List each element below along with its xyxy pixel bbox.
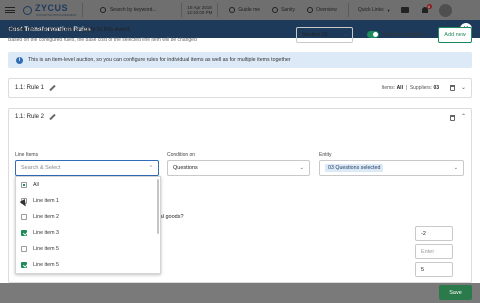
visible-to-suppliers-label: Visible to Suppliers [382, 32, 425, 38]
modal-footer [0, 283, 480, 303]
option-label: Line item 2 [33, 214, 59, 220]
line-items-dropdown: All Line item 1 Line item 2 Line item 3 … [15, 176, 161, 274]
value-input-1[interactable]: -2 [415, 226, 453, 241]
shield-icon [272, 7, 279, 13]
value-input-3[interactable]: 5 [415, 262, 453, 277]
rule-1-meta: Items: All | Suppliers: 03 [381, 85, 439, 91]
divider [180, 3, 182, 17]
guide-me-button[interactable]: Guide me [229, 7, 260, 13]
overview-label: Overview [315, 7, 337, 13]
condition-on-value: Questions [173, 165, 198, 171]
checkbox-icon[interactable] [21, 214, 27, 220]
quick-links-label: Quick Links [357, 7, 384, 13]
section-select-value: Section 01 [302, 32, 328, 38]
trash-icon[interactable] [450, 115, 455, 121]
items-value: All [396, 85, 403, 91]
dropdown-option-line-item-2[interactable]: Line item 2 [16, 209, 158, 225]
checkbox-icon[interactable] [21, 262, 27, 268]
rule-2-header: 1.1: Rule 2 [15, 113, 56, 121]
checkbox-icon[interactable] [21, 182, 27, 188]
divider [217, 3, 219, 17]
save-button[interactable]: Save [439, 285, 472, 300]
items-label: Items: [381, 85, 396, 91]
dropdown-option-line-item-5b[interactable]: Line item 5 [16, 257, 158, 273]
overview-icon [306, 7, 313, 13]
option-label: All [33, 182, 39, 188]
define-rule-title: Define the rule you want to apply to thi… [8, 27, 132, 33]
chevron-up-icon[interactable]: ⌃ [461, 113, 466, 120]
info-text: This is an item-level auction, so you ca… [28, 57, 291, 63]
brand-name: ZYCUS [35, 3, 69, 13]
chevron-down-icon: ▼ [386, 7, 391, 13]
edit-pencil-icon[interactable] [49, 84, 56, 92]
divider [81, 3, 83, 17]
option-label: Line item 5 [33, 262, 59, 268]
line-items-label: Line Items [15, 152, 39, 158]
time: 12:40:00 PM [186, 10, 213, 15]
rule-1-panel[interactable]: 1.1: Rule 1 Items: All | Suppliers: 03 ⌄ [8, 78, 472, 98]
search-placeholder: Search by keyword... [109, 7, 157, 13]
sanity-button[interactable]: Sanity [272, 7, 295, 13]
chevron-down-icon[interactable]: ⌄ [461, 84, 466, 91]
option-label: Line item 1 [33, 198, 59, 204]
notification-bell-icon[interactable]: 6 [421, 4, 432, 14]
chevron-up-icon: ⌃ [148, 165, 153, 171]
chevron-down-icon: ⌄ [453, 165, 458, 171]
line-items-placeholder: Search & Select [21, 165, 61, 171]
section-select[interactable]: Section 01 ⌄ [296, 27, 353, 43]
divider [347, 3, 349, 17]
hamburger-menu-icon[interactable] [5, 7, 15, 13]
chevron-down-icon: ⌄ [299, 165, 304, 171]
define-rule-subtitle: Based on the configured rules, the base … [8, 37, 197, 43]
condition-on-label: Condition on [167, 152, 196, 158]
option-label: Line item 5 [33, 246, 59, 252]
top-app-bar: ZYCUS COGNITIVE PROCUREMENT Search by ke… [0, 0, 480, 20]
suppliers-label: Suppliers: [409, 85, 433, 91]
add-new-button[interactable]: Add new [438, 27, 472, 43]
global-search[interactable]: Search by keyword... [99, 5, 176, 16]
guide-me-label: Guide me [238, 7, 261, 13]
rule-2-title: 1.1: Rule 2 [15, 114, 45, 120]
value-input-2[interactable]: Enter [415, 244, 453, 259]
dropdown-option-line-item-3[interactable]: Line item 3 [16, 225, 158, 241]
chevron-down-icon: ⌄ [343, 32, 348, 38]
checkbox-icon[interactable] [21, 246, 27, 252]
suppliers-value: 03 [433, 85, 439, 91]
condition-on-select[interactable]: Questions ⌄ [167, 160, 310, 176]
date-time: 19 Apr 2019 12:40:00 PM [187, 5, 213, 15]
dropdown-option-line-item-1[interactable]: Line item 1 [16, 193, 158, 209]
rule-1-title: 1.1: Rule 1 [15, 85, 45, 91]
entity-label: Entity [319, 152, 332, 158]
entity-chip: 03 Questions selected [325, 164, 384, 172]
logo: ZYCUS COGNITIVE PROCUREMENT [23, 3, 77, 17]
info-icon: i [16, 56, 23, 64]
brand-tagline: COGNITIVE PROCUREMENT [36, 13, 77, 17]
entity-select[interactable]: 03 Questions selected ⌄ [319, 160, 464, 176]
edit-pencil-icon[interactable] [49, 113, 56, 121]
dropdown-scrollbar[interactable] [157, 179, 159, 234]
dropdown-option-all[interactable]: All [16, 177, 158, 193]
info-banner: i This is an item-level auction, so you … [8, 52, 472, 68]
zycus-logo-icon [23, 5, 32, 15]
option-label: Line item 3 [33, 230, 59, 236]
line-items-select[interactable]: Search & Select ⌃ [15, 160, 159, 176]
compass-icon [229, 7, 236, 13]
overview-button[interactable]: Overview [306, 7, 337, 13]
notification-badge: 6 [426, 4, 432, 9]
quick-links-dropdown[interactable]: Quick Links ▼ [358, 7, 391, 13]
dropdown-option-line-item-5a[interactable]: Line item 5 [16, 241, 158, 257]
avatar[interactable] [438, 3, 452, 17]
checkbox-icon[interactable] [21, 230, 27, 236]
chat-icon[interactable] [400, 7, 409, 13]
sanity-label: Sanity [281, 7, 295, 13]
search-icon [99, 7, 106, 13]
trash-icon[interactable] [450, 85, 455, 91]
visible-to-suppliers-toggle[interactable] [367, 31, 379, 38]
